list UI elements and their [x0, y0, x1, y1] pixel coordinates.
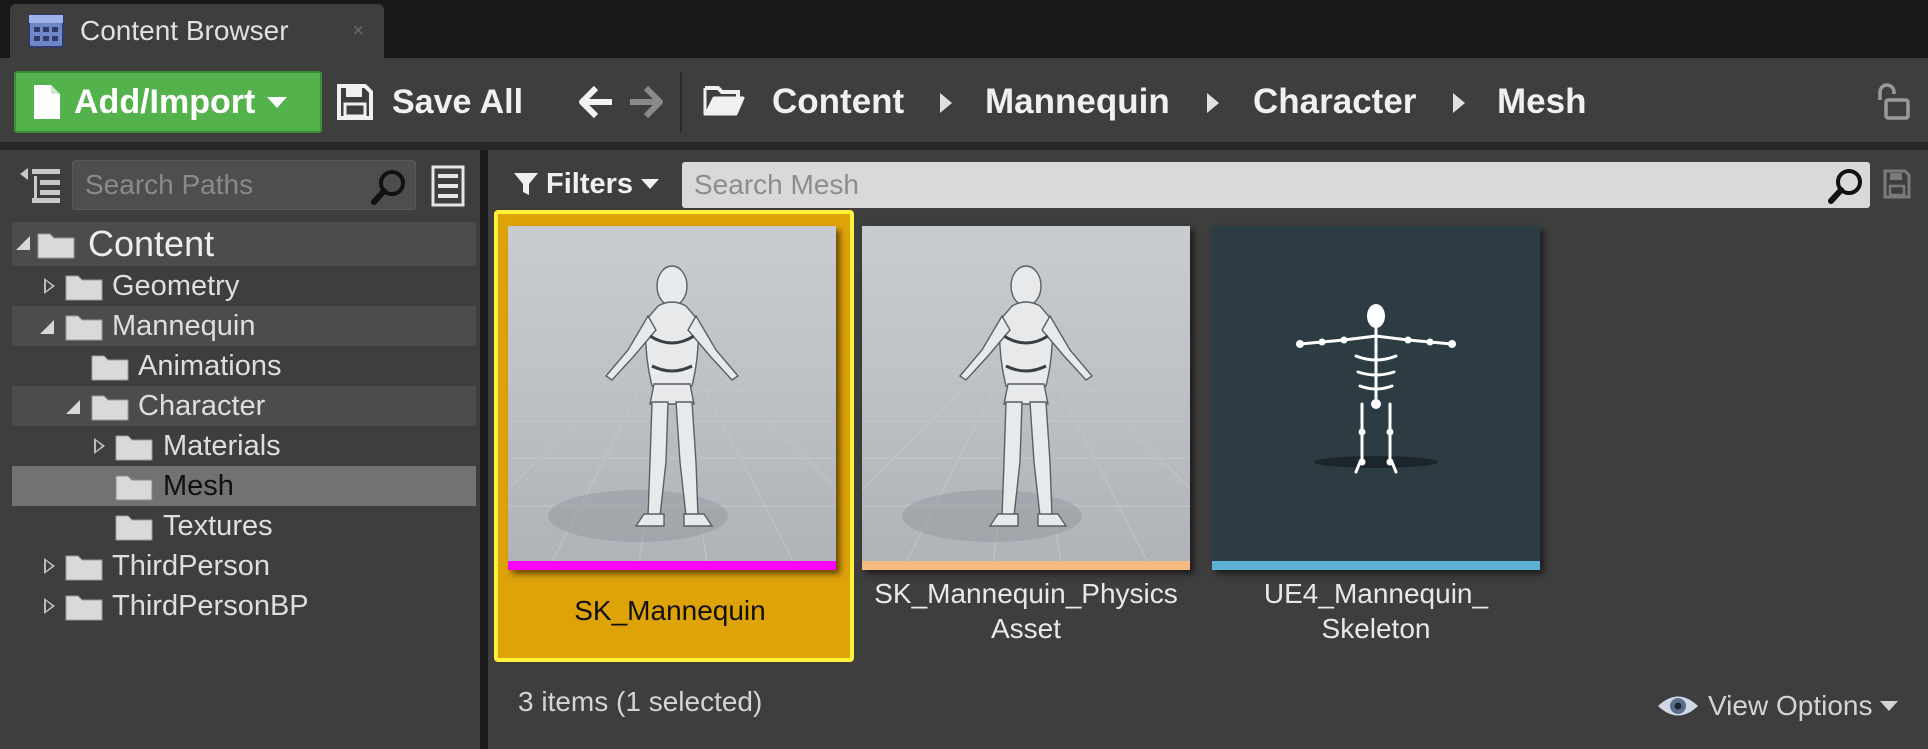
tree-item-label: Geometry — [112, 270, 240, 302]
asset-name: UE4_Mannequin_ Skeleton — [1192, 576, 1560, 646]
breadcrumb-content[interactable]: Content — [772, 80, 904, 124]
expander-closed-icon[interactable] — [44, 558, 55, 574]
toolbar-separator — [680, 72, 682, 132]
asset-tile-sk-mannequin[interactable]: SK_Mannequin — [494, 210, 854, 662]
add-import-label: Add/Import — [74, 82, 256, 121]
asset-name-line-2: Skeleton — [1321, 613, 1431, 644]
view-list-icon[interactable] — [430, 164, 466, 208]
search-icon[interactable] — [369, 167, 409, 207]
filters-button[interactable]: Filters — [512, 162, 660, 206]
filter-funnel-icon — [514, 173, 538, 195]
new-document-icon — [34, 85, 60, 119]
add-import-button[interactable]: Add/Import — [14, 71, 322, 133]
view-options-button[interactable]: View Options — [1656, 686, 1899, 726]
expander-closed-icon[interactable] — [94, 438, 105, 454]
asset-thumbnail — [862, 226, 1190, 570]
expander-open-icon[interactable] — [66, 400, 80, 414]
open-folder-icon[interactable] — [702, 80, 746, 120]
unlocked-padlock-icon[interactable] — [1874, 82, 1912, 122]
search-assets-input[interactable] — [682, 162, 1802, 208]
asset-tile-ue4-mannequin-skeleton[interactable]: UE4_Mannequin_ Skeleton — [1212, 210, 1558, 662]
expander-closed-icon[interactable] — [44, 598, 55, 614]
asset-tile-sk-mannequin-physicsasset[interactable]: SK_Mannequin_Physics Asset — [862, 210, 1208, 662]
tree-item-label: Mesh — [163, 470, 234, 502]
search-assets-field[interactable] — [682, 162, 1870, 208]
panel-splitter[interactable] — [480, 150, 488, 749]
folder-icon — [37, 233, 75, 259]
breadcrumb-arrow-icon[interactable] — [940, 93, 952, 113]
tree-item-mannequin[interactable]: Mannequin — [12, 306, 476, 346]
status-item-count: 3 items (1 selected) — [518, 686, 763, 717]
save-search-icon[interactable] — [1882, 168, 1912, 200]
tree-item-thirdperson[interactable]: ThirdPerson — [12, 546, 476, 586]
tree-item-label: Mannequin — [112, 310, 256, 342]
tab-title: Content Browser — [80, 15, 289, 46]
asset-name-line-1: UE4_Mannequin_ — [1263, 578, 1489, 609]
collapse-tree-icon[interactable] — [18, 166, 62, 204]
view-options-label: View Options — [1708, 690, 1873, 721]
folder-icon — [115, 435, 153, 461]
folder-icon — [91, 355, 129, 381]
save-all-button[interactable]: Save All — [336, 71, 523, 133]
asset-name-line-2: Asset — [990, 613, 1062, 644]
asset-type-color-strip — [862, 561, 1190, 570]
breadcrumb-mesh[interactable]: Mesh — [1497, 80, 1586, 124]
arrow-left-icon[interactable] — [576, 82, 618, 122]
asset-thumbnail — [1212, 226, 1540, 570]
tree-item-mesh[interactable]: Mesh — [12, 466, 476, 506]
skeleton-figure — [1212, 226, 1540, 570]
arrow-right-icon[interactable] — [624, 82, 666, 122]
tab-content-browser[interactable]: Content Browser × — [10, 4, 384, 58]
asset-type-color-strip — [1212, 561, 1540, 570]
folder-icon — [65, 595, 103, 621]
asset-name: SK_Mannequin — [574, 595, 766, 626]
tree-item-label: Content — [88, 223, 215, 264]
tree-item-textures[interactable]: Textures — [12, 506, 476, 546]
expander-closed-icon[interactable] — [44, 278, 55, 294]
save-all-label: Save All — [392, 82, 524, 121]
toolbar: Add/Import Save All Content Mannequin Ch… — [0, 58, 1928, 142]
eye-icon — [1658, 696, 1698, 716]
mannequin-figure — [508, 226, 836, 570]
tree-item-geometry[interactable]: Geometry — [12, 266, 476, 306]
save-disk-icon — [337, 84, 373, 120]
folder-icon — [115, 475, 153, 501]
expander-open-icon[interactable] — [16, 236, 30, 250]
expander-open-icon[interactable] — [40, 320, 54, 334]
folder-icon — [65, 555, 103, 581]
tree-item-content[interactable]: Content — [12, 222, 476, 266]
content-browser-grid-icon — [28, 14, 64, 48]
breadcrumb-arrow-icon[interactable] — [1453, 93, 1465, 113]
tree-item-label: Materials — [163, 430, 281, 462]
dropdown-caret-icon — [1880, 701, 1899, 711]
asset-name: SK_Mannequin_Physics Asset — [842, 576, 1210, 646]
tree-item-materials[interactable]: Materials — [12, 426, 476, 466]
asset-type-color-strip — [508, 561, 836, 570]
folder-icon — [91, 395, 129, 421]
tree-item-thirdpersonbp[interactable]: ThirdPersonBP — [12, 586, 476, 626]
folder-icon — [65, 315, 103, 341]
tree-item-label: ThirdPersonBP — [112, 590, 309, 622]
search-paths-input[interactable] — [73, 161, 363, 209]
tree-item-label: Textures — [163, 510, 273, 542]
tree-item-label: Animations — [138, 350, 282, 382]
asset-thumbnail — [508, 226, 836, 570]
tree-item-animations[interactable]: Animations — [12, 346, 476, 386]
tab-close-icon[interactable]: × — [352, 20, 364, 43]
filters-label: Filters — [546, 167, 634, 200]
tree-item-label: ThirdPerson — [112, 550, 270, 582]
search-paths-field[interactable] — [72, 160, 416, 210]
asset-name-line-1: SK_Mannequin_Physics — [874, 578, 1178, 609]
mannequin-figure — [862, 226, 1190, 570]
breadcrumb-arrow-icon[interactable] — [1207, 93, 1219, 113]
tree-item-label: Character — [138, 390, 266, 422]
breadcrumb-mannequin[interactable]: Mannequin — [985, 80, 1170, 124]
search-icon[interactable] — [1826, 166, 1866, 206]
dropdown-caret-icon — [641, 179, 660, 189]
tree-item-character[interactable]: Character — [12, 386, 476, 426]
breadcrumb-character[interactable]: Character — [1253, 80, 1416, 124]
folder-icon — [65, 275, 103, 301]
dropdown-caret-icon — [267, 96, 288, 108]
folder-icon — [115, 515, 153, 541]
